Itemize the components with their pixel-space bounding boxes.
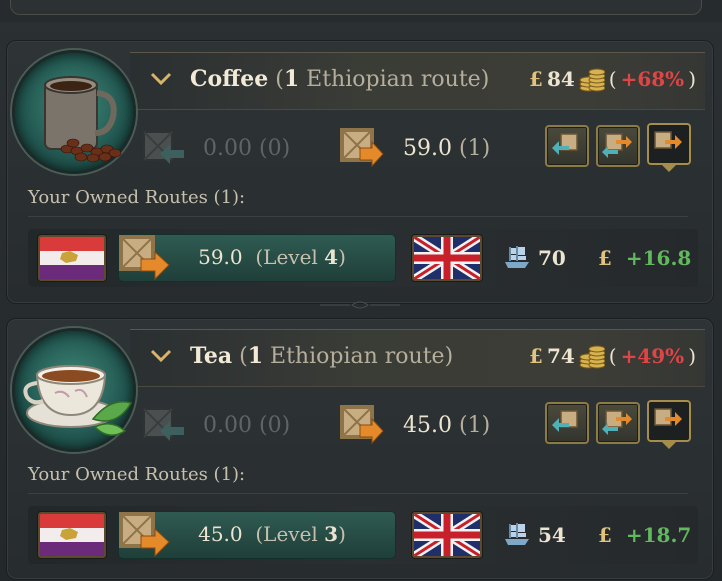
import-crate-icon [552,133,578,155]
import-crate-icon [143,131,184,164]
owned-route-row[interactable]: 45.0 (Level 3) 54 £ +18.7 [28,506,698,564]
route-profit: £ +18.7 [598,523,691,547]
union-jack-flag-icon [412,235,482,281]
price-change: +49% [620,344,685,368]
import-amount: 0.00 [203,136,252,161]
good-title-tea: Tea (1 Ethiopian route) [190,343,454,369]
export-value: 45.0 (1) [403,413,490,438]
route-value: 59.0 [198,245,243,269]
export-amount: 59.0 [403,136,452,161]
export-crate-icon [654,131,682,149]
export-crate-icon [340,128,384,168]
coins-icon [579,345,605,369]
price-coffee: £ 84 (+68%) [529,67,696,92]
ship-icon [505,246,529,268]
ethiopia-flag-icon [38,512,106,558]
route-bar[interactable]: 45.0 (Level 3) [118,511,396,559]
import-crate-icon [552,410,578,432]
profit-amount: +16.8 [625,246,692,270]
chevron-down-icon[interactable] [150,345,172,367]
owned-routes-label: Your Owned Routes (1): [28,464,246,485]
level-label: Level [263,522,318,546]
level-label: Level [263,245,318,269]
owned-routes-label: Your Owned Routes (1): [28,187,246,208]
coins-icon [579,68,605,92]
route-desc: Ethiopian route [306,67,481,92]
export-value: 59.0 (1) [403,136,490,161]
import-value: 0.00 (0) [203,413,290,438]
good-name: Tea [190,343,233,369]
coffee-portrait-icon [12,50,136,174]
route-level: 3 [324,522,339,546]
ship-count: 54 [538,523,566,547]
import-count: (0) [258,136,291,161]
ornament-divider [320,301,400,309]
import-count: (0) [258,413,291,438]
profit-amount: +18.7 [625,523,692,547]
price-tea: £ 74 (+49%) [529,344,696,369]
good-name: Coffee [190,66,269,92]
import-crate-icon [143,408,184,441]
chevron-down-icon[interactable] [150,68,172,90]
ship-count: 70 [538,246,566,270]
import-amount: 0.00 [203,413,252,438]
union-jack-flag-icon [412,512,482,558]
previous-panel-edge [0,0,722,22]
divider [28,493,688,494]
swap-crate-icon [602,410,632,435]
pound-symbol: £ [529,67,543,91]
divider [28,216,688,217]
swap-crate-icon [602,133,632,158]
route-level: 4 [324,245,339,269]
export-count: (1) [458,136,491,161]
price-value: 84 [546,67,575,91]
export-route-button[interactable] [647,400,691,442]
route-bar[interactable]: 59.0 (Level 4) [118,234,396,282]
import-route-button[interactable] [545,402,589,444]
swap-route-button[interactable] [596,125,640,167]
selected-pointer-icon [660,163,678,172]
route-count: 1 [283,66,300,92]
route-value: 45.0 [198,522,243,546]
price-change: +68% [620,67,685,91]
selected-pointer-icon [660,440,678,449]
ethiopia-flag-icon [38,235,106,281]
import-route-button[interactable] [545,125,589,167]
export-amount: 45.0 [403,413,452,438]
owned-route-row[interactable]: 59.0 (Level 4) 70 £ +16.8 [28,229,698,287]
tea-portrait-icon [12,328,136,452]
good-title-coffee: Coffee (1 Ethiopian route) [190,66,490,92]
ship-icon [505,523,529,545]
price-value: 74 [546,344,575,368]
route-profit: £ +16.8 [598,246,691,270]
route-desc: Ethiopian route [270,344,445,369]
export-crate-icon [654,408,682,426]
route-count: 1 [247,343,264,369]
swap-route-button[interactable] [596,402,640,444]
export-route-button[interactable] [647,123,691,165]
export-count: (1) [458,413,491,438]
export-crate-icon [340,405,384,445]
pound-symbol: £ [529,344,543,368]
import-value: 0.00 (0) [203,136,290,161]
pound-symbol: £ [598,246,612,270]
pound-symbol: £ [598,523,612,547]
